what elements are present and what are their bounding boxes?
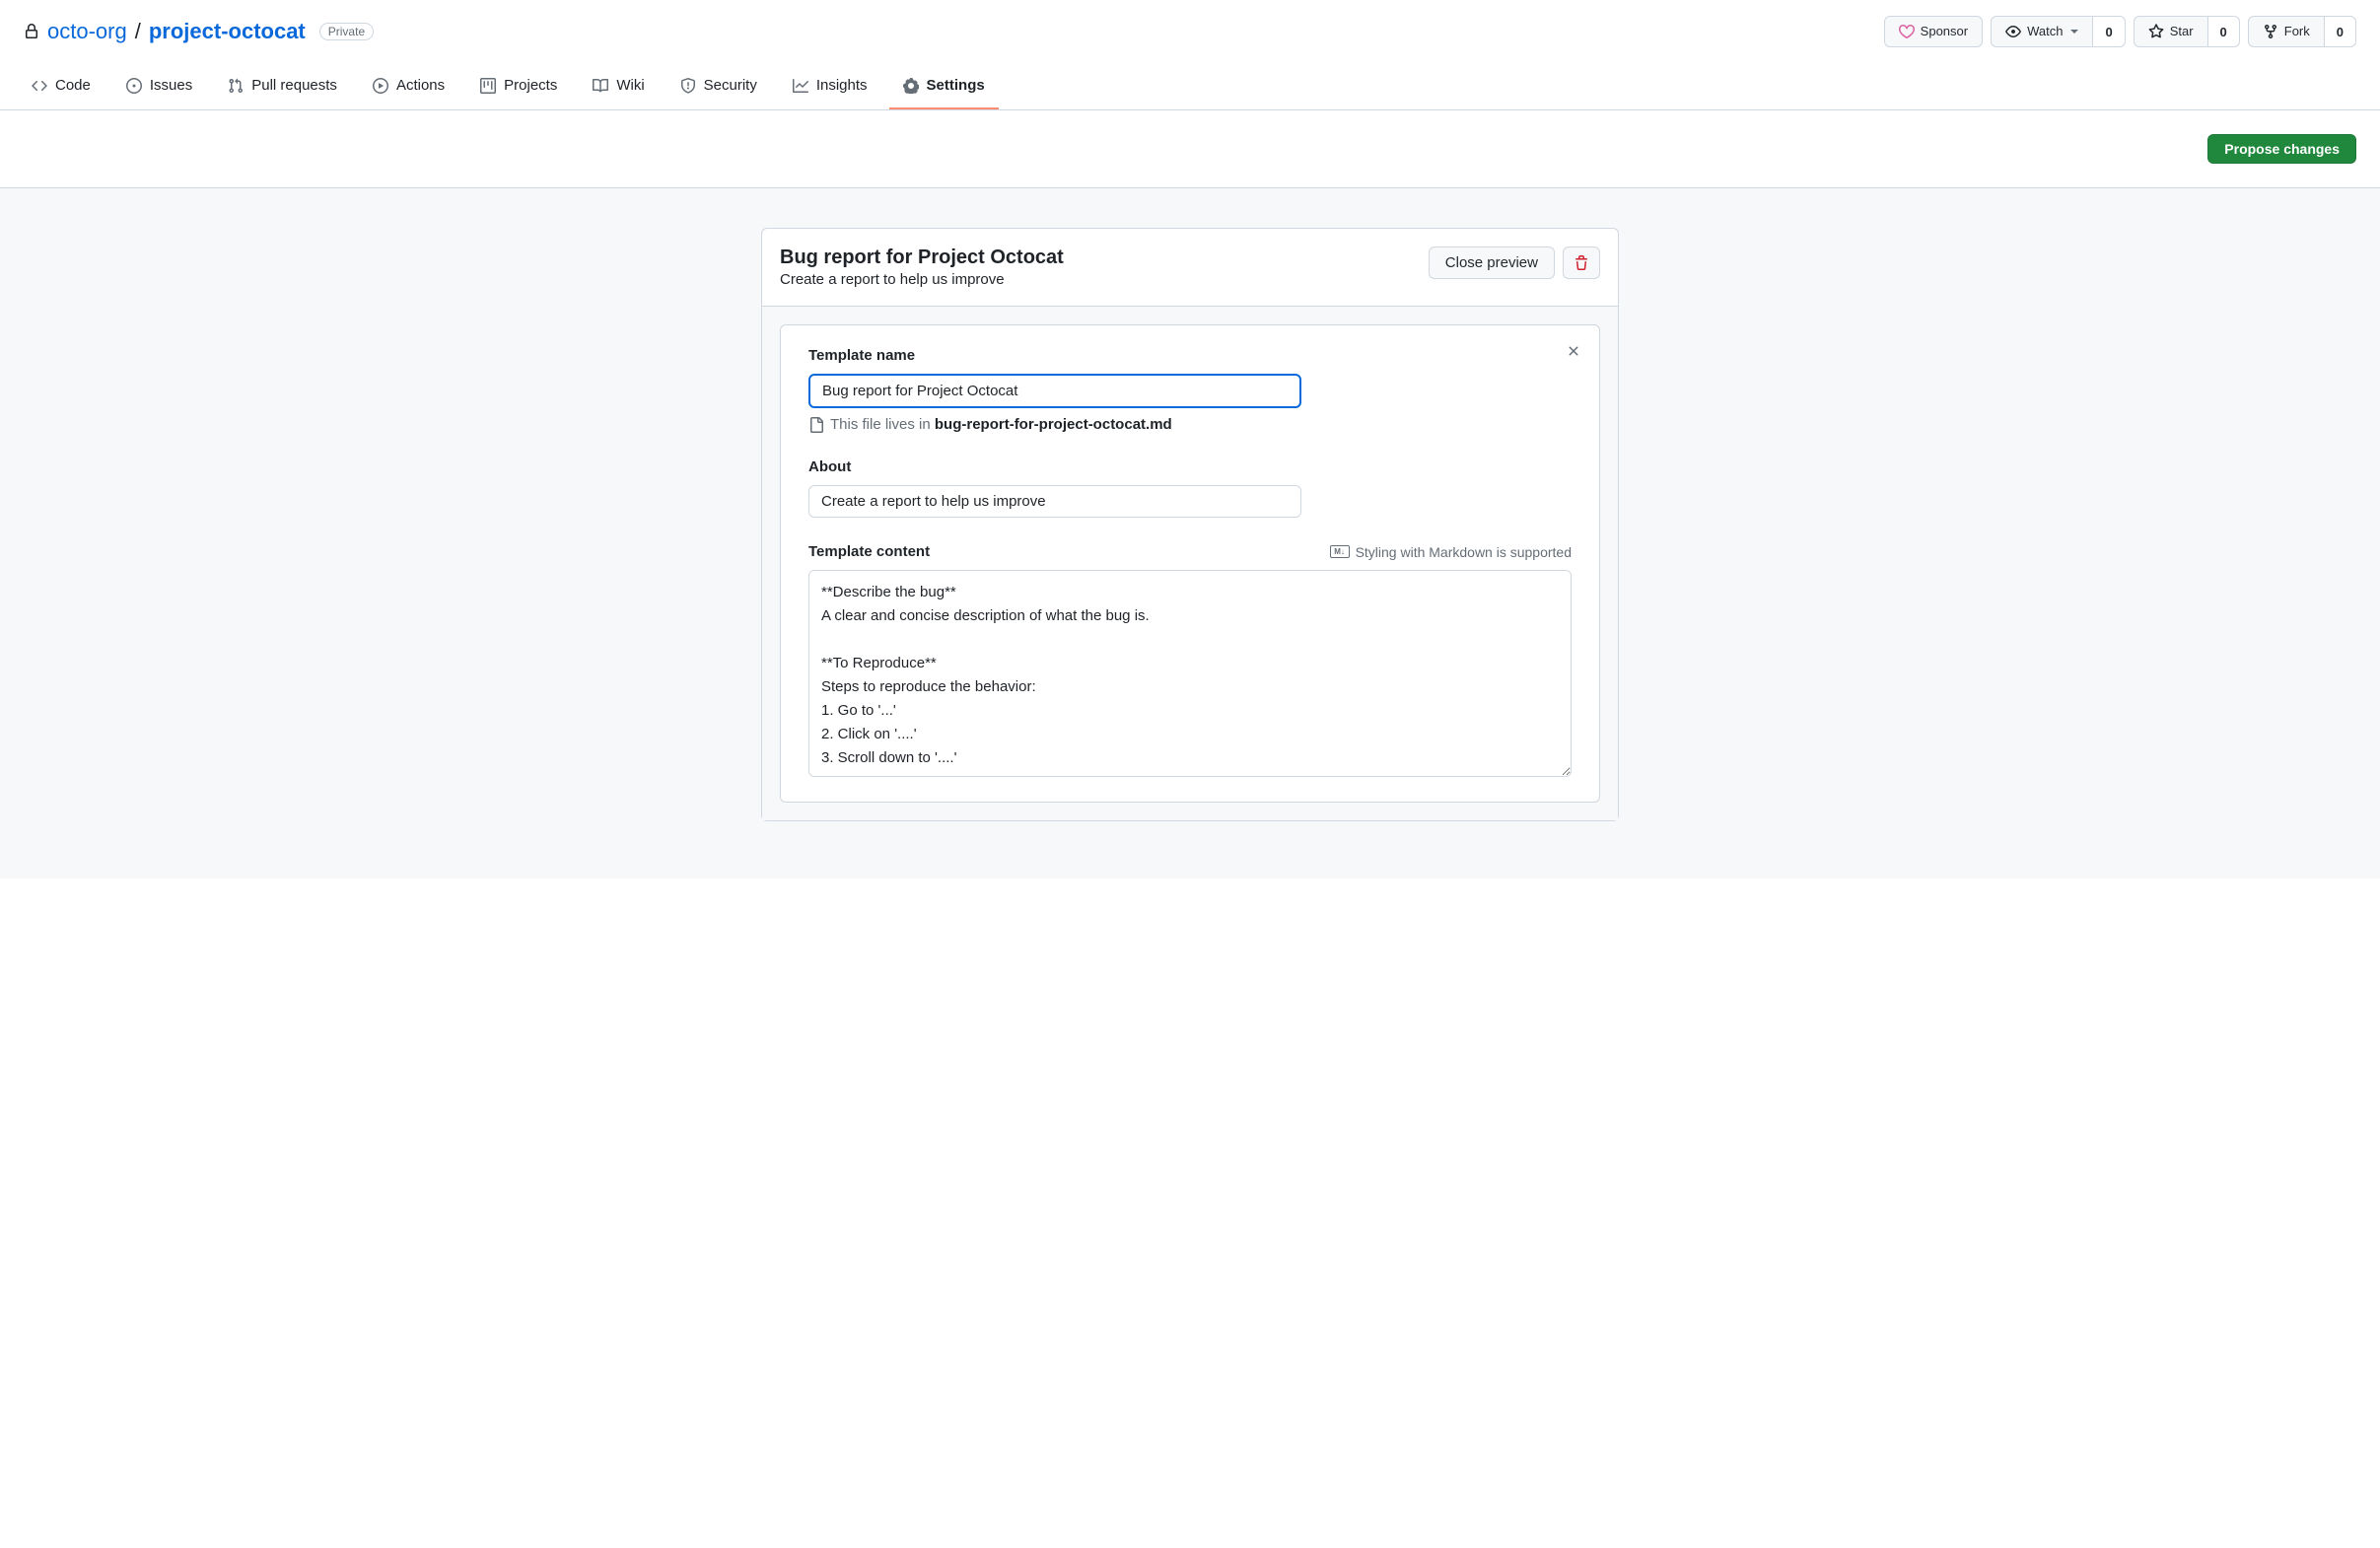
- tab-security[interactable]: Security: [666, 67, 771, 109]
- watch-label: Watch: [2027, 22, 2063, 41]
- markdown-supported-note[interactable]: M↓ Styling with Markdown is supported: [1330, 544, 1572, 560]
- delete-button[interactable]: [1563, 246, 1600, 279]
- sponsor-button[interactable]: Sponsor: [1884, 16, 1983, 47]
- fork-label: Fork: [2284, 22, 2310, 41]
- close-icon: [1566, 343, 1581, 359]
- breadcrumb-separator: /: [135, 19, 141, 44]
- file-note-text: This file lives in bug-report-for-projec…: [830, 416, 1172, 433]
- caret-down-icon: [2070, 30, 2078, 34]
- propose-changes-button[interactable]: Propose changes: [2207, 134, 2356, 164]
- tab-wiki[interactable]: Wiki: [579, 67, 658, 109]
- panel-title: Bug report for Project Octocat: [780, 246, 1064, 269]
- header-actions: Sponsor Watch 0 Star 0 Fork 0: [1884, 16, 2356, 47]
- heart-icon: [1899, 24, 1915, 39]
- watch-button[interactable]: Watch: [1991, 16, 2093, 47]
- template-name-input[interactable]: [808, 374, 1301, 408]
- panel-subtitle: Create a report to help us improve: [780, 271, 1064, 288]
- about-input[interactable]: [808, 485, 1301, 518]
- tab-issues[interactable]: Issues: [112, 67, 206, 109]
- visibility-label: Private: [319, 23, 374, 40]
- book-icon: [593, 78, 608, 94]
- template-content-textarea[interactable]: [808, 570, 1572, 777]
- tab-pull-requests[interactable]: Pull requests: [214, 67, 351, 109]
- star-button[interactable]: Star: [2134, 16, 2208, 47]
- close-preview-button[interactable]: Close preview: [1429, 246, 1555, 279]
- star-count[interactable]: 0: [2208, 16, 2240, 47]
- template-content-label: Template content: [808, 543, 930, 560]
- star-label: Star: [2170, 22, 2194, 41]
- tab-code[interactable]: Code: [18, 67, 105, 109]
- star-icon: [2148, 24, 2164, 39]
- org-link[interactable]: octo-org: [47, 19, 127, 44]
- pull-request-icon: [228, 78, 244, 94]
- propose-toolbar: Propose changes: [0, 110, 2380, 188]
- fork-count[interactable]: 0: [2325, 16, 2356, 47]
- shield-icon: [680, 78, 696, 94]
- gear-icon: [903, 78, 919, 94]
- markdown-icon: M↓: [1330, 545, 1350, 558]
- graph-icon: [793, 78, 808, 94]
- tab-actions[interactable]: Actions: [359, 67, 458, 109]
- form-card: Template name This file lives in bug-rep…: [780, 324, 1600, 803]
- tab-settings[interactable]: Settings: [889, 67, 999, 109]
- trash-icon: [1574, 255, 1589, 271]
- template-panel: Bug report for Project Octocat Create a …: [761, 228, 1619, 821]
- sponsor-label: Sponsor: [1921, 22, 1968, 41]
- play-icon: [373, 78, 388, 94]
- breadcrumb: octo-org / project-octocat Private: [24, 19, 374, 44]
- about-label: About: [808, 458, 1572, 475]
- template-name-label: Template name: [808, 347, 1572, 364]
- fork-icon: [2263, 24, 2278, 39]
- watch-count[interactable]: 0: [2093, 16, 2125, 47]
- close-form-button[interactable]: [1566, 339, 1581, 360]
- code-icon: [32, 78, 47, 94]
- repo-link[interactable]: project-octocat: [149, 19, 306, 44]
- tab-insights[interactable]: Insights: [779, 67, 881, 109]
- fork-button[interactable]: Fork: [2248, 16, 2325, 47]
- eye-icon: [2005, 24, 2021, 39]
- project-icon: [480, 78, 496, 94]
- lock-icon: [24, 24, 39, 39]
- file-icon: [808, 417, 824, 433]
- tab-projects[interactable]: Projects: [466, 67, 571, 109]
- repo-tabs: Code Issues Pull requests Actions Projec…: [0, 67, 2380, 110]
- issue-icon: [126, 78, 142, 94]
